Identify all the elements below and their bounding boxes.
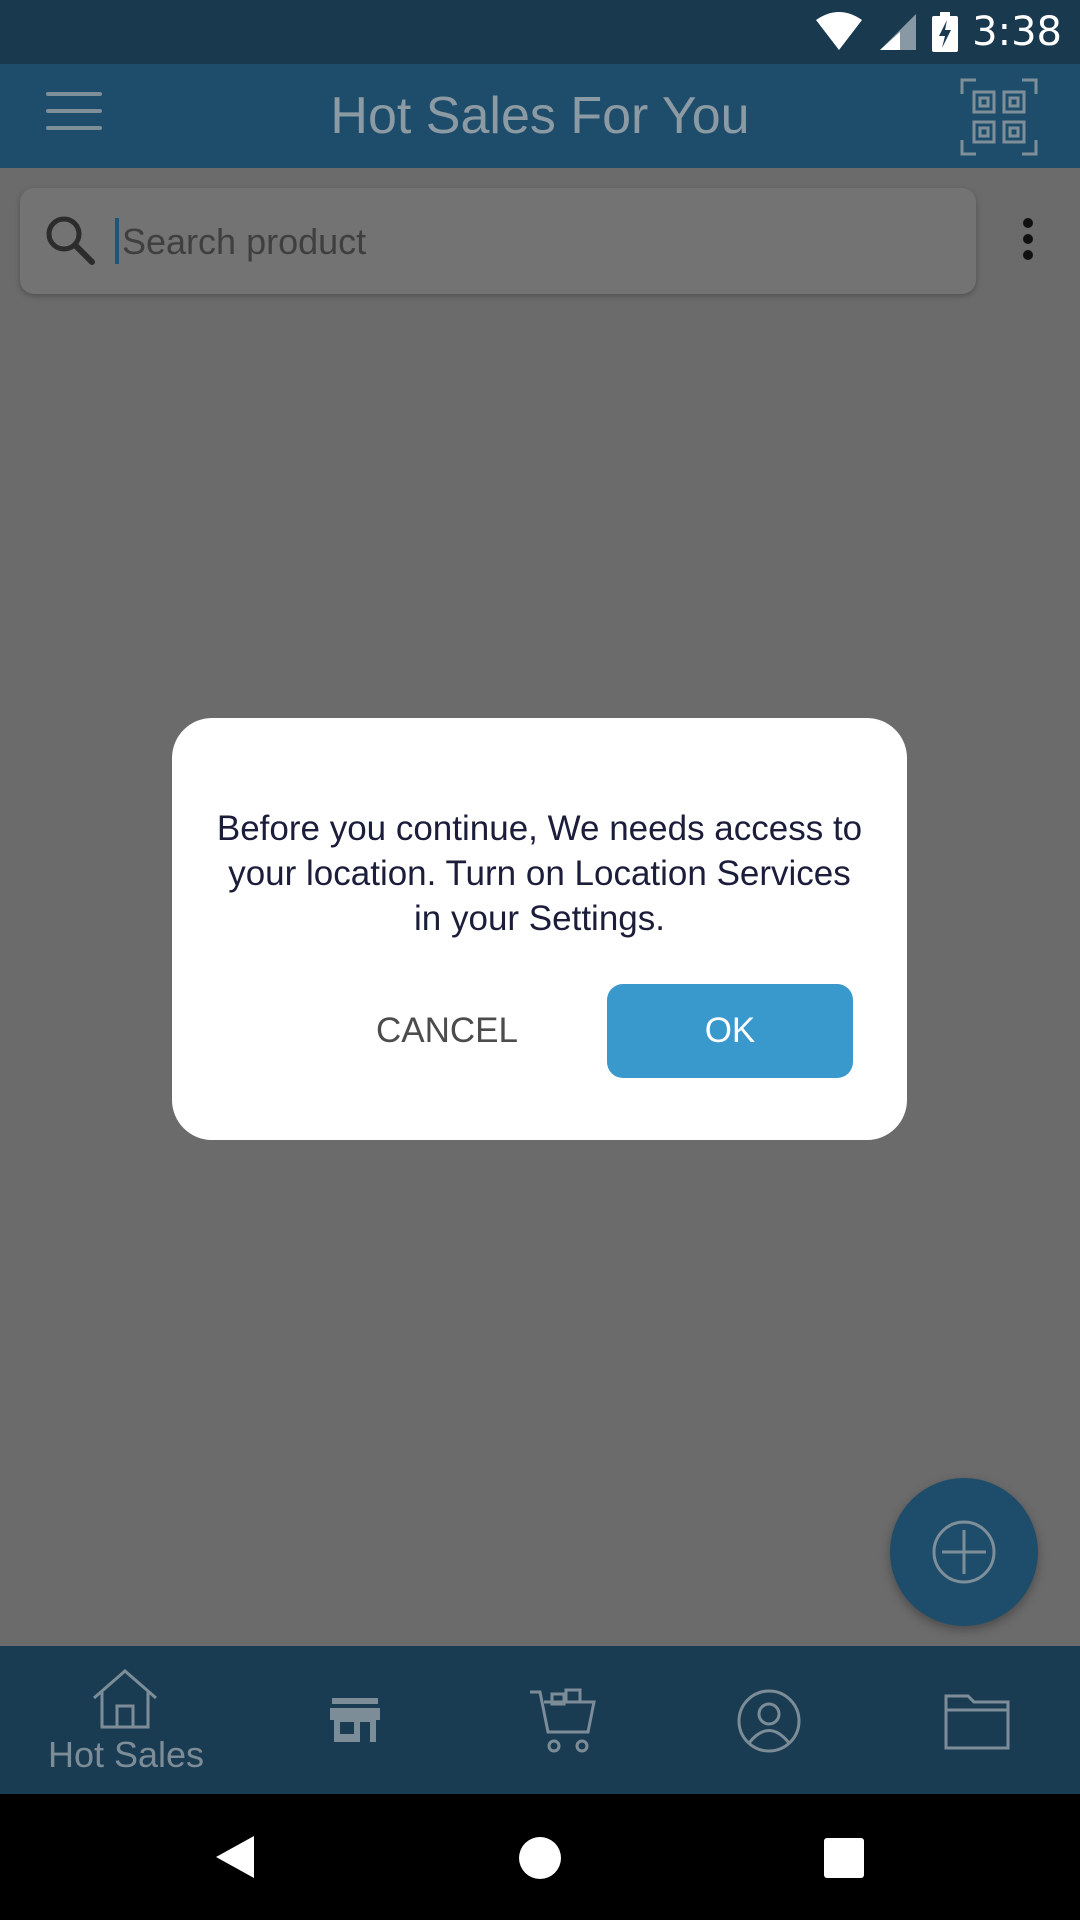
back-icon[interactable]: [214, 1834, 256, 1880]
add-fab-button[interactable]: [890, 1478, 1038, 1626]
search-icon: [46, 216, 95, 265]
folder-icon: [944, 1694, 1010, 1750]
app-bar: Hot Sales For You: [0, 64, 1080, 168]
cell-signal-icon: [880, 14, 917, 50]
nav-item-folder[interactable]: [868, 1646, 1080, 1794]
cancel-button[interactable]: CANCEL: [362, 984, 532, 1078]
search-input[interactable]: [120, 208, 944, 276]
page-title: Hot Sales For You: [330, 87, 750, 145]
ok-button[interactable]: OK: [607, 984, 853, 1078]
wifi-icon: [816, 12, 863, 50]
battery-charging-icon: [932, 12, 959, 52]
home-icon: [93, 1669, 157, 1729]
nav-label-hot-sales: Hot Sales: [47, 1734, 205, 1775]
nav-item-hot-sales[interactable]: Hot Sales: [18, 1646, 234, 1794]
more-options-icon[interactable]: [1014, 218, 1042, 266]
store-icon: [330, 1698, 380, 1742]
nav-item-profile[interactable]: [662, 1646, 878, 1794]
text-caret: [115, 218, 119, 264]
nav-item-cart[interactable]: [454, 1646, 670, 1794]
home-button-icon[interactable]: [518, 1836, 562, 1880]
status-icons: 3:38: [814, 6, 1062, 58]
cart-icon: [530, 1688, 596, 1753]
location-permission-dialog: Before you continue, We needs access to …: [172, 718, 907, 1140]
system-navigation-bar: [0, 1794, 1080, 1920]
status-time: 3:38: [972, 9, 1062, 55]
bottom-navigation: Hot Sales: [0, 1646, 1080, 1794]
search-bar: [20, 188, 976, 294]
qr-code-icon[interactable]: [960, 78, 1038, 156]
dialog-message: Before you continue, We needs access to …: [216, 809, 863, 938]
nav-item-store[interactable]: [248, 1646, 464, 1794]
status-bar: 3:38: [0, 0, 1080, 64]
recents-icon[interactable]: [824, 1838, 864, 1878]
user-icon: [737, 1689, 801, 1753]
add-circle-icon: [932, 1520, 996, 1584]
